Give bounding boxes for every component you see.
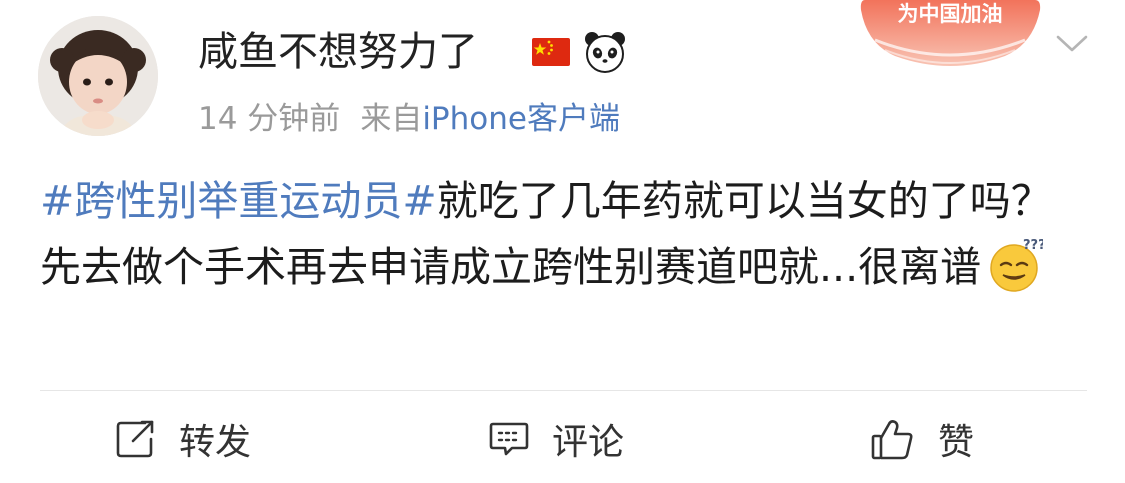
like-label: 赞 (938, 422, 975, 463)
repost-label: 转发 (179, 422, 252, 463)
comment-button[interactable]: 评论 (488, 414, 624, 464)
comment-label: 评论 (552, 422, 625, 463)
cheer-sticker: 为中国加油 (860, 0, 1041, 66)
repost-button[interactable]: 转发 (115, 414, 251, 464)
username[interactable]: 咸鱼不想努力了 (198, 26, 478, 78)
avatar-image (38, 16, 158, 136)
sticker-text: 为中国加油 (898, 2, 1003, 26)
post-meta: 14 分钟前 来自iPhone客户端 (198, 98, 620, 140)
svg-text:???: ??? (1023, 238, 1043, 253)
post-content: #跨性别举重运动员#就吃了几年药就可以当女的了吗？先去做个手术再去申请成立跨性别… (40, 168, 1090, 300)
china-flag-icon (532, 38, 570, 66)
divider (40, 390, 1087, 391)
confused-face-icon: ??? (990, 238, 1043, 292)
repost-icon (116, 420, 154, 458)
like-button[interactable]: 赞 (870, 414, 974, 464)
post-time: 14 分钟前 (198, 101, 341, 137)
panda-icon (585, 32, 625, 73)
weibo-post-card: 咸鱼不想努力了 14 分钟前 来自iPhone客户端 为中国加油 #跨性别举重运… (0, 0, 1125, 483)
thumbs-up-icon (871, 420, 913, 460)
action-bar: 转发 评论 赞 (0, 392, 1125, 483)
comment-icon (489, 422, 529, 456)
chevron-down-icon[interactable] (1052, 28, 1092, 58)
avatar[interactable] (38, 16, 158, 136)
source-link[interactable]: iPhone客户端 (422, 101, 620, 137)
hashtag-link[interactable]: #跨性别举重运动员# (40, 177, 437, 225)
source-prefix: 来自 (360, 101, 423, 137)
